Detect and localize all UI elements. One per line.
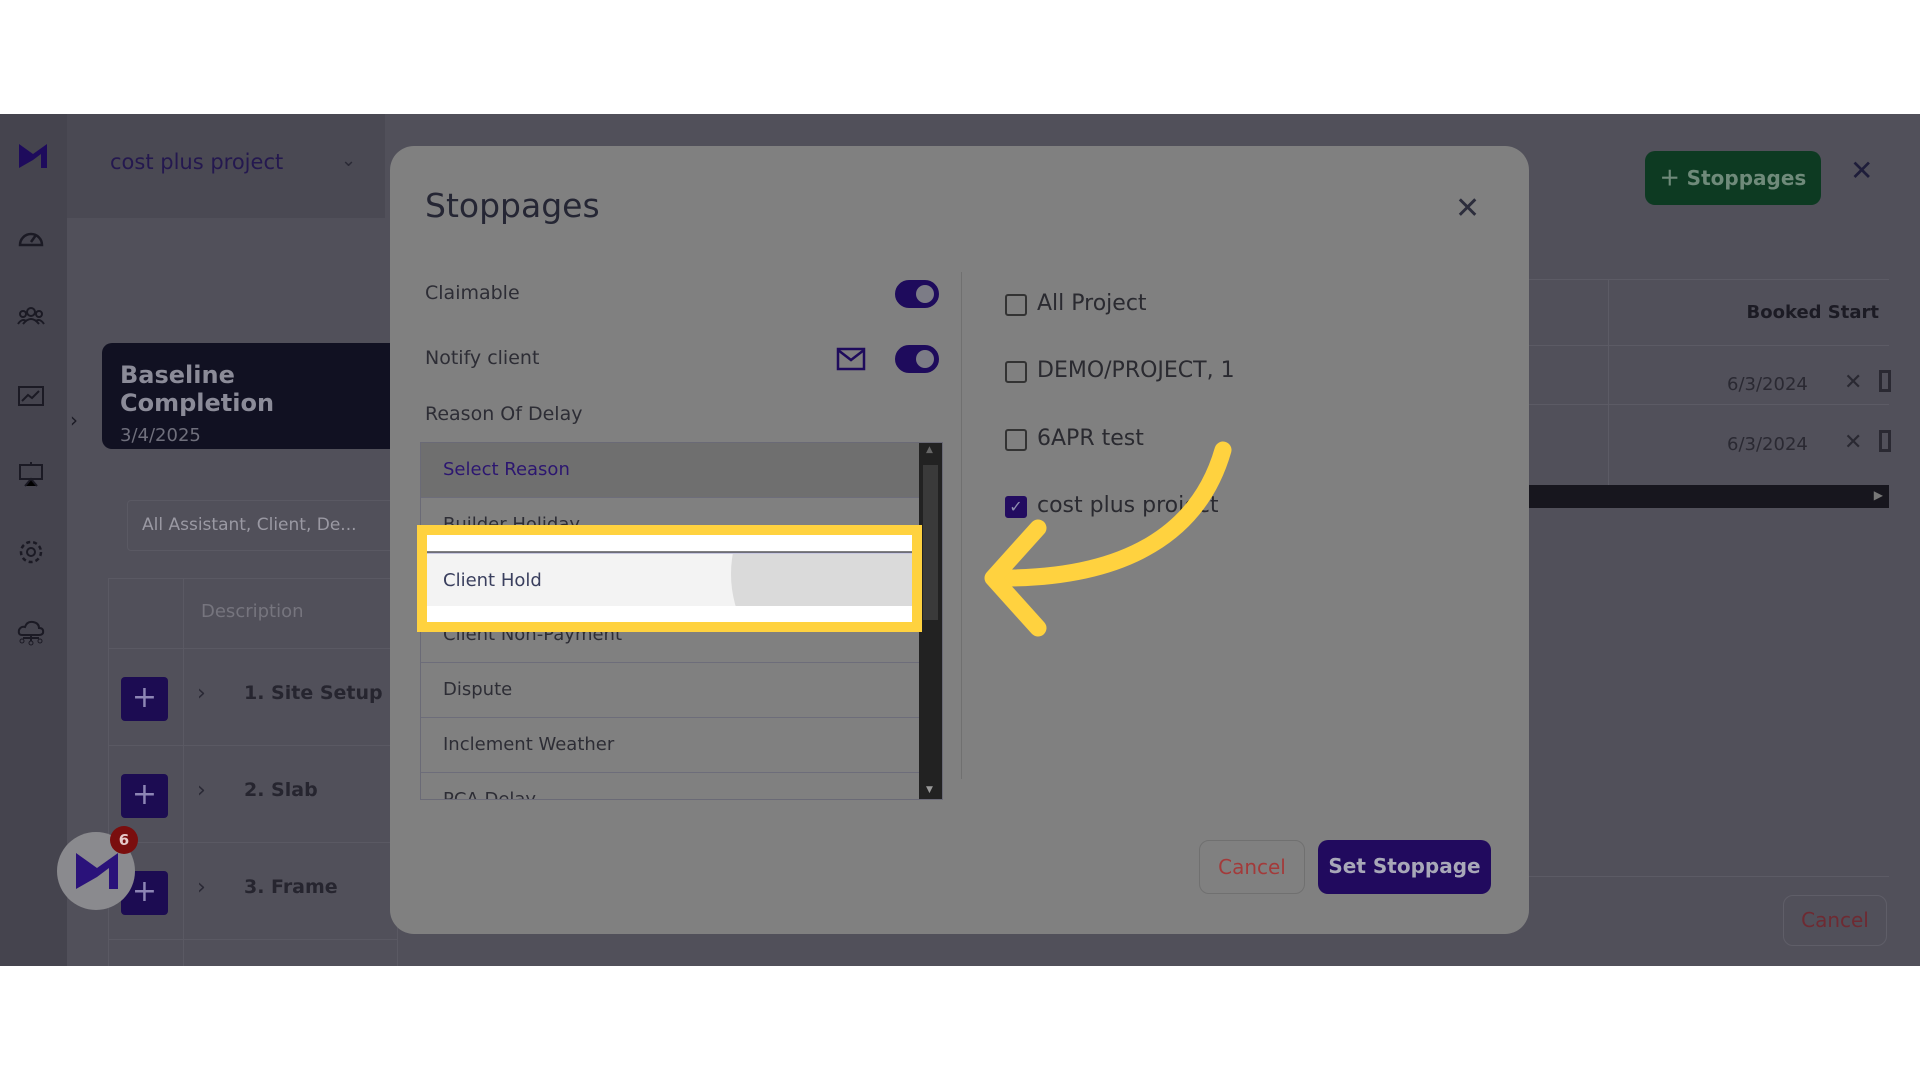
reason-option-label: Client Hold bbox=[443, 570, 542, 591]
row-label: 1. Site Setup bbox=[244, 682, 383, 704]
baseline-title: Baseline Completion bbox=[120, 361, 275, 417]
users-group-icon[interactable] bbox=[17, 302, 45, 330]
cloud-network-icon[interactable] bbox=[17, 618, 45, 646]
add-button[interactable]: + bbox=[121, 774, 168, 818]
expand-chevron-icon[interactable]: › bbox=[197, 875, 206, 900]
expand-chevron-icon[interactable]: › bbox=[197, 778, 206, 803]
project-bar: cost plus project ⌄ bbox=[67, 114, 385, 218]
plus-icon: ＋ bbox=[1659, 166, 1687, 190]
booked-start-header: Booked Start bbox=[1746, 302, 1880, 323]
cancel-button[interactable]: Cancel bbox=[1783, 895, 1887, 946]
gear-icon[interactable] bbox=[17, 538, 45, 566]
sidebar-expand-icon[interactable]: › bbox=[70, 408, 78, 432]
row-label: 3. Frame bbox=[244, 876, 338, 898]
reason-option[interactable]: Inclement Weather bbox=[421, 718, 921, 773]
logo-icon bbox=[76, 853, 118, 889]
divider bbox=[961, 272, 962, 779]
notification-badge: 6 bbox=[110, 826, 138, 854]
close-icon[interactable]: ✕ bbox=[1455, 191, 1480, 226]
chat-launcher[interactable]: 6 bbox=[57, 826, 138, 910]
calendar-icon[interactable] bbox=[1879, 430, 1891, 452]
description-header: Description bbox=[201, 601, 304, 622]
checkbox-label: DEMO/PROJECT, 1 bbox=[1037, 358, 1235, 383]
cancel-button[interactable]: Cancel bbox=[1199, 840, 1305, 894]
filter-dropdown[interactable]: All Assistant, Client, De... bbox=[127, 500, 397, 551]
claimable-label: Claimable bbox=[425, 282, 520, 304]
row-label: 2. Slab bbox=[244, 779, 318, 801]
notify-client-label: Notify client bbox=[425, 347, 540, 369]
set-stoppage-button[interactable]: Set Stoppage bbox=[1318, 840, 1491, 894]
checkbox-demo-project[interactable] bbox=[1005, 361, 1027, 383]
add-stoppages-label: Stoppages bbox=[1686, 166, 1807, 190]
modal-title: Stoppages bbox=[425, 186, 600, 225]
add-button[interactable]: + bbox=[121, 677, 168, 721]
stoppages-modal: Stoppages ✕ Claimable Notify client Reas… bbox=[390, 146, 1529, 934]
table-row[interactable]: + › 2. Slab bbox=[109, 746, 397, 843]
booked-start-date: 6/3/2024 bbox=[1727, 374, 1808, 395]
reason-option[interactable]: Dispute bbox=[421, 663, 921, 718]
table-header: Description bbox=[109, 579, 397, 649]
reason-option[interactable]: PCA Delay bbox=[421, 773, 921, 799]
checkbox-label: All Project bbox=[1037, 291, 1147, 316]
checkbox-all-project[interactable] bbox=[1005, 294, 1027, 316]
baseline-date: 3/4/2025 bbox=[120, 425, 201, 446]
add-stoppages-button[interactable]: ＋ Stoppages bbox=[1645, 151, 1821, 205]
reason-listbox[interactable]: Select Reason Builder Holiday Client Hol… bbox=[420, 442, 943, 800]
dashboard-gauge-icon[interactable] bbox=[17, 225, 45, 253]
chart-icon[interactable] bbox=[17, 382, 45, 410]
checkbox-label: cost plus project bbox=[1037, 493, 1219, 518]
sidebar bbox=[0, 114, 67, 966]
claimable-toggle[interactable] bbox=[895, 280, 939, 308]
clear-date-icon[interactable]: ✕ bbox=[1844, 370, 1862, 395]
horizontal-scrollbar[interactable]: ▶ bbox=[1529, 485, 1889, 508]
reason-option[interactable]: Builder Holiday bbox=[421, 498, 921, 553]
reason-option[interactable]: Client Non-Payment bbox=[421, 608, 921, 663]
mail-icon[interactable] bbox=[836, 347, 866, 371]
presentation-icon[interactable] bbox=[17, 460, 45, 488]
close-icon[interactable]: ✕ bbox=[1850, 154, 1873, 187]
baseline-completion-card: Baseline Completion 3/4/2025 bbox=[102, 343, 402, 449]
notify-client-toggle[interactable] bbox=[895, 345, 939, 373]
logo-icon[interactable] bbox=[17, 142, 49, 170]
checkbox-cost-plus-project[interactable]: ✓ bbox=[1005, 496, 1027, 518]
tasks-table: Description + › 1. Site Setup + › 2. Slab + ›… bbox=[108, 578, 398, 966]
expand-chevron-icon[interactable]: › bbox=[197, 681, 206, 706]
reason-option-highlighted[interactable]: Client Hold bbox=[421, 553, 921, 608]
booked-start-date: 6/3/2024 bbox=[1727, 434, 1808, 455]
reason-of-delay-label: Reason Of Delay bbox=[425, 403, 583, 425]
calendar-icon[interactable] bbox=[1879, 370, 1891, 392]
listbox-scrollbar[interactable]: ▲ ▼ bbox=[919, 443, 942, 799]
clear-date-icon[interactable]: ✕ bbox=[1844, 430, 1862, 455]
table-row[interactable]: + › 1. Site Setup bbox=[109, 649, 397, 746]
booking-table: Booked Start 6/3/2024 ✕ 6/3/2024 ✕ ▶ bbox=[1529, 279, 1891, 509]
project-dropdown[interactable]: cost plus project bbox=[110, 150, 283, 174]
checkbox-label: 6APR test bbox=[1037, 426, 1144, 451]
table-row[interactable]: + › 3. Frame bbox=[109, 843, 397, 940]
chevron-down-icon[interactable]: ⌄ bbox=[341, 150, 356, 171]
app-background: › cost plus project ⌄ Baseline Completio… bbox=[0, 114, 1920, 966]
reason-option-placeholder[interactable]: Select Reason bbox=[421, 443, 921, 498]
checkbox-6apr-test[interactable] bbox=[1005, 429, 1027, 451]
